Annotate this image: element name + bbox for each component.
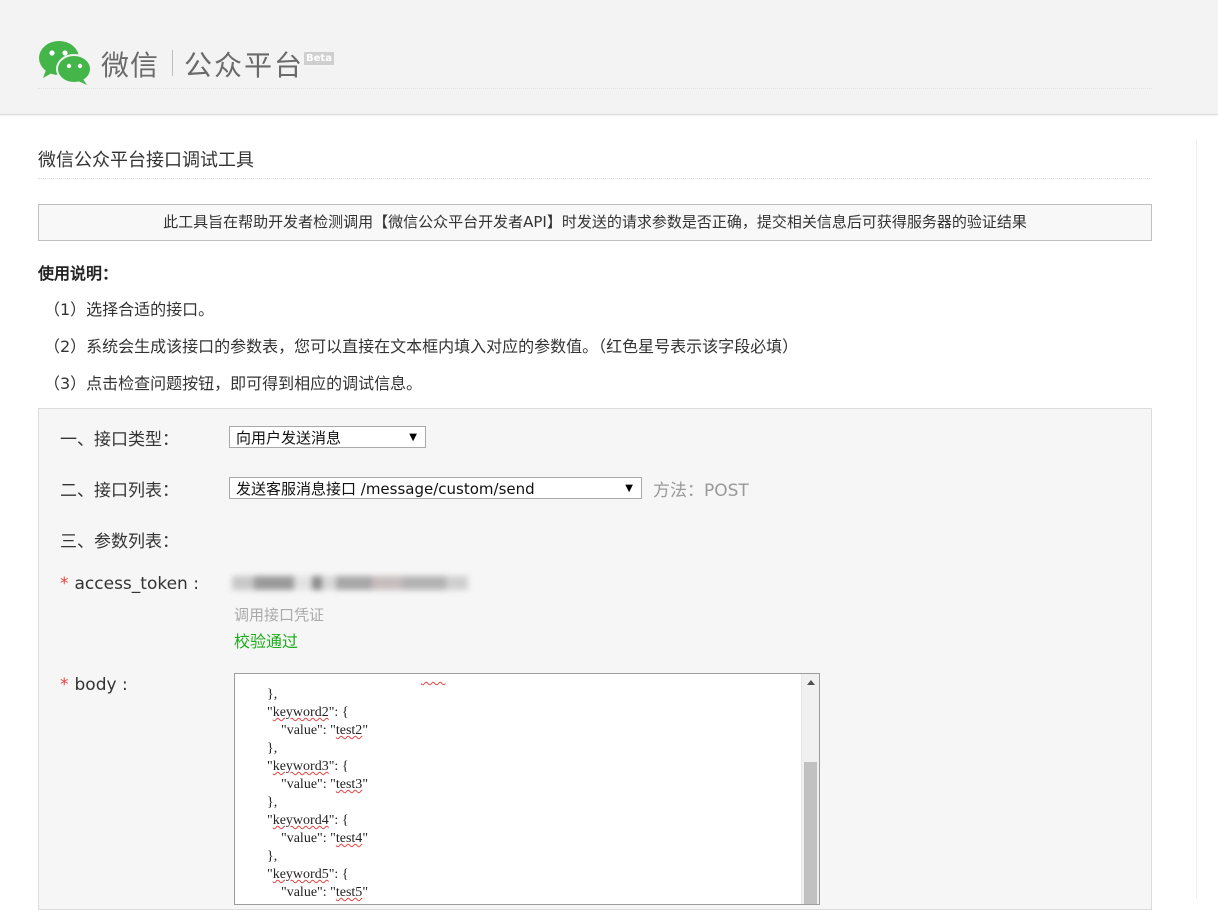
body-code-line: "keyword3": {	[239, 759, 349, 774]
right-divider	[1196, 140, 1197, 899]
interface-type-select[interactable]: 向用户发送消息 ▼	[229, 426, 426, 448]
access-token-status: 校验通过	[234, 632, 299, 651]
beta-badge: Beta	[304, 52, 334, 65]
body-code-line: },	[239, 741, 278, 756]
usage-step-1: （1）选择合适的接口。	[44, 300, 215, 319]
usage-step-2: （2）系统会生成该接口的参数表，您可以直接在文本框内填入对应的参数值。（红色星号…	[44, 337, 799, 356]
body-label: * body :	[60, 675, 128, 695]
method-label: 方法：POST	[653, 481, 749, 501]
interface-list-select[interactable]: 发送客服消息接口 /message/custom/send ▼	[229, 477, 642, 499]
body-code: }, "keyword2": { "value": "test2" }, "ke…	[235, 674, 799, 904]
scroll-up-icon[interactable]	[807, 680, 815, 685]
usage-title: 使用说明：	[38, 264, 119, 283]
body-code-line: "value": "test4"	[239, 831, 369, 846]
body-textarea[interactable]: }, "keyword2": { "value": "test2" }, "ke…	[234, 673, 820, 905]
brand-separator	[172, 50, 173, 76]
scroll-thumb[interactable]	[804, 762, 817, 904]
body-label-text: body :	[74, 675, 128, 695]
body-code-line: "keyword4": {	[239, 813, 349, 828]
body-code-line: "value": "test5"	[239, 885, 369, 900]
brand-wechat[interactable]: 微信	[101, 44, 159, 84]
interface-type-label: 一、接口类型：	[60, 430, 179, 450]
body-code-line: },	[239, 795, 278, 810]
notice-banner: 此工具旨在帮助开发者检测调用【微信公众平台开发者API】时发送的请求参数是否正确…	[38, 204, 1152, 241]
required-mark: *	[60, 675, 69, 695]
usage-step-3: （3）点击检查问题按钮，即可得到相应的调试信息。	[44, 374, 423, 393]
access-token-label-text: access_token :	[74, 574, 199, 594]
body-code-line: "value": "test2"	[239, 723, 369, 738]
interface-list-label: 二、接口列表：	[60, 481, 179, 501]
access-token-input[interactable]	[232, 568, 500, 598]
body-code-line: "keyword5": {	[239, 867, 349, 882]
access-token-hint: 调用接口凭证	[234, 606, 325, 624]
body-code-line: "value": "test3"	[239, 777, 369, 792]
access-token-label: * access_token :	[60, 574, 199, 594]
brand-platform[interactable]: 公众平台	[184, 44, 304, 84]
params-label: 三、参数列表：	[60, 532, 179, 552]
required-mark: *	[60, 574, 69, 594]
interface-type-value: 向用户发送消息	[236, 429, 342, 447]
interface-list-value: 发送客服消息接口 /message/custom/send	[236, 480, 535, 498]
title-divider	[38, 178, 1152, 179]
body-code-line: },	[239, 687, 278, 702]
body-scrollbar[interactable]	[801, 674, 819, 904]
body-code-line: "keyword2": {	[239, 705, 349, 720]
page-title: 微信公众平台接口调试工具	[38, 150, 254, 171]
dropdown-arrow-icon: ▼	[409, 432, 417, 443]
dropdown-arrow-icon: ▼	[625, 483, 633, 494]
top-header: 微信 公众平台 Beta	[0, 0, 1218, 115]
header-divider	[38, 88, 1152, 89]
wechat-logo-icon[interactable]	[38, 40, 92, 86]
body-code-line: },	[239, 849, 278, 864]
body-code-line: }	[235, 902, 799, 904]
